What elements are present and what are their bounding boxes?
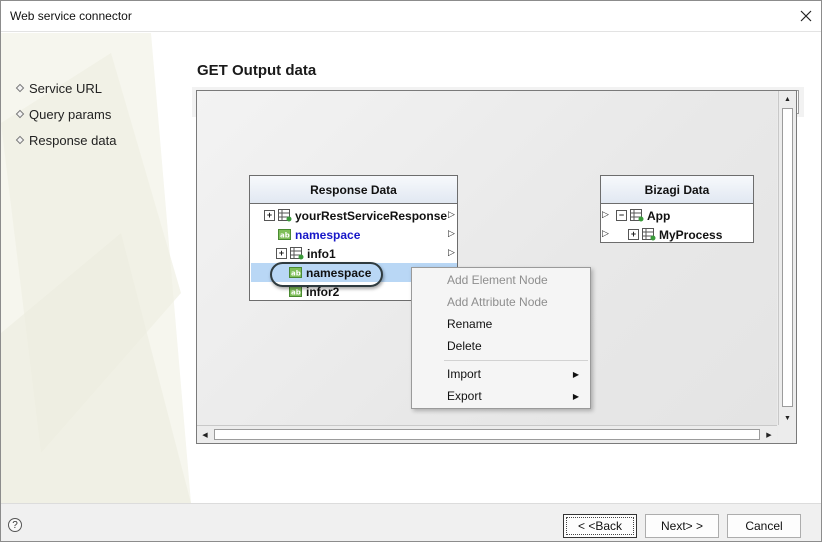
nav-item-label: Query params — [29, 106, 112, 122]
menu-item-label: Rename — [447, 317, 493, 331]
menu-item-label: Export — [447, 389, 482, 403]
step-bullet-icon — [15, 135, 25, 145]
svg-text:ab: ab — [291, 289, 301, 297]
nav-item-label: Response data — [29, 132, 117, 148]
nav-item-response-data[interactable]: Response data — [15, 127, 117, 153]
menu-item-delete[interactable]: Delete — [413, 335, 589, 357]
collapse-icon[interactable]: − — [616, 210, 627, 221]
context-menu: Add Element Node Add Attribute Node Rena… — [411, 267, 591, 409]
table-icon — [642, 228, 656, 241]
next-button-label: Next> > — [660, 519, 704, 533]
connector-triangle-icon[interactable]: ▷ — [602, 228, 609, 239]
table-icon — [290, 247, 304, 260]
nav-item-service-url[interactable]: Service URL — [15, 75, 116, 101]
table-icon — [278, 209, 292, 222]
cancel-button[interactable]: Cancel — [727, 514, 801, 538]
tree-node-info1[interactable]: + info1 — [276, 244, 336, 263]
web-service-connector-window: Web service connector Service URL Query … — [0, 0, 822, 542]
vertical-scroll-thumb[interactable] — [782, 108, 793, 407]
connector-triangle-icon[interactable]: ▷ — [448, 228, 455, 239]
menu-item-label: Add Element Node — [447, 273, 548, 287]
svg-text:ab: ab — [280, 232, 290, 240]
close-button[interactable] — [791, 1, 821, 31]
bizagi-data-box: Bizagi Data ▷ − App ▷ + MyProcess — [600, 175, 754, 243]
menu-separator — [444, 360, 588, 361]
step-bullet-icon — [15, 83, 25, 93]
menu-item-label: Import — [447, 367, 482, 381]
help-icon[interactable]: ? — [8, 518, 22, 532]
horizontal-scrollbar[interactable]: ◀ ▶ — [197, 425, 777, 443]
window-title: Web service connector — [10, 9, 132, 23]
tree-node-label: namespace — [295, 227, 361, 242]
submenu-arrow-icon: ▶ — [572, 369, 579, 379]
tree-node-label: yourRestServiceResponse — [295, 208, 448, 223]
close-icon — [800, 10, 812, 22]
step-bullet-icon — [15, 109, 25, 119]
table-icon — [630, 209, 644, 222]
menu-item-label: Delete — [447, 339, 482, 353]
menu-item-rename[interactable]: Rename — [413, 313, 589, 335]
scroll-corner — [778, 425, 796, 443]
scroll-right-arrow-icon[interactable]: ▶ — [761, 426, 777, 443]
menu-item-import[interactable]: Import ▶ — [413, 363, 589, 385]
wizard-steps: Service URL Query params Response data — [15, 75, 117, 153]
tree-node-myprocess[interactable]: + MyProcess — [628, 225, 722, 244]
cancel-button-label: Cancel — [745, 519, 783, 533]
connector-triangle-icon[interactable]: ▷ — [448, 247, 455, 258]
tree-node-label: MyProcess — [659, 227, 723, 242]
footer-bar: ? < <Back Next> > Cancel — [1, 503, 821, 541]
scroll-up-arrow-icon[interactable]: ▲ — [779, 91, 796, 107]
scroll-left-arrow-icon[interactable]: ◀ — [197, 426, 213, 443]
tree-node-yourrestserviceresponse[interactable]: + yourRestServiceResponse — [264, 206, 447, 225]
nav-item-label: Service URL — [29, 80, 102, 96]
scroll-down-arrow-icon[interactable]: ▼ — [779, 410, 796, 426]
back-button-label: < <Back — [577, 519, 623, 533]
nav-item-query-params[interactable]: Query params — [15, 101, 116, 127]
horizontal-scroll-thumb[interactable] — [214, 429, 760, 440]
menu-item-label: Add Attribute Node — [447, 295, 548, 309]
menu-item-add-element-node[interactable]: Add Element Node — [413, 269, 589, 291]
response-data-header: Response Data — [250, 176, 457, 204]
connector-triangle-icon[interactable]: ▷ — [602, 209, 609, 220]
page-title: GET Output data — [197, 62, 317, 79]
tree-node-label: info1 — [307, 246, 336, 261]
expand-icon[interactable]: + — [264, 210, 275, 221]
vertical-scrollbar[interactable]: ▲ ▼ — [778, 91, 796, 426]
tree-node-app[interactable]: − App — [616, 206, 670, 225]
menu-item-export[interactable]: Export ▶ — [413, 385, 589, 407]
menu-item-add-attribute-node[interactable]: Add Attribute Node — [413, 291, 589, 313]
connector-triangle-icon[interactable]: ▷ — [448, 209, 455, 220]
expand-icon[interactable]: + — [276, 248, 287, 259]
highlight-annotation — [270, 262, 383, 287]
tree-node-label: App — [647, 208, 671, 223]
submenu-arrow-icon: ▶ — [572, 391, 579, 401]
tree-node-namespace-attribute[interactable]: ab namespace — [278, 225, 360, 244]
title-bar: Web service connector — [1, 1, 821, 32]
next-button[interactable]: Next> > — [645, 514, 719, 538]
back-button[interactable]: < <Back — [563, 514, 637, 538]
attribute-icon: ab — [278, 229, 291, 240]
expand-icon[interactable]: + — [628, 229, 639, 240]
bizagi-data-header: Bizagi Data — [601, 176, 753, 204]
